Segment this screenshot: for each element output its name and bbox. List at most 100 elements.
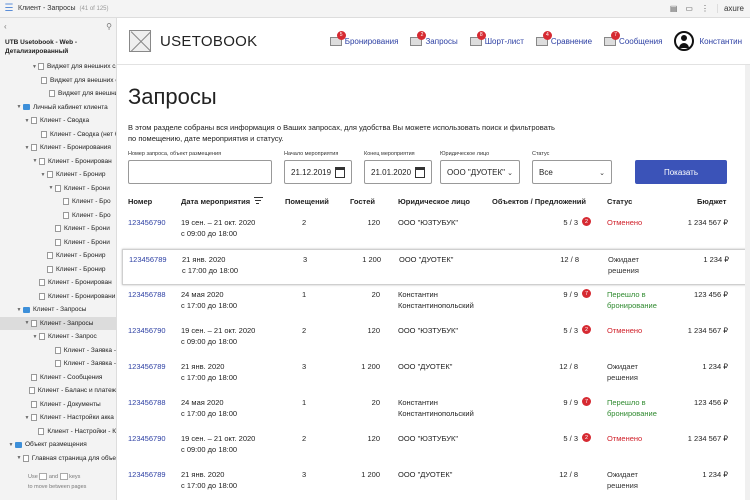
col-objects[interactable]: Объектов / Предложений <box>492 197 586 206</box>
expand-arrow-icon[interactable]: ▼ <box>16 104 22 110</box>
logo-text[interactable]: USETOBOOK <box>160 33 257 50</box>
search-input[interactable] <box>128 160 272 184</box>
sitemap-item[interactable]: ▼ Клиент - Запросы <box>0 303 116 317</box>
expand-arrow-icon[interactable]: ▼ <box>16 455 22 461</box>
request-number-link[interactable]: 123456790 <box>128 433 166 444</box>
calendar-icon[interactable] <box>415 167 425 178</box>
objects-offers: 12 / 8 <box>560 255 579 264</box>
user-avatar-icon[interactable] <box>674 31 695 51</box>
page-scrollbar[interactable] <box>745 65 750 500</box>
expand-arrow-icon[interactable]: ▼ <box>32 64 37 70</box>
comments-icon[interactable]: ▭ <box>685 4 693 13</box>
more-icon[interactable]: ⋮ <box>701 4 709 13</box>
request-number-link[interactable]: 123456789 <box>128 361 166 372</box>
sitemap-item[interactable]: Клиент - Сообщения <box>0 371 116 385</box>
col-status[interactable]: Статус <box>607 197 632 206</box>
budget: 123 456 ₽ <box>694 290 728 299</box>
table-row[interactable]: 123456789 21 янв. 2020 с 17:00 до 18:00 3 1 … <box>128 465 750 500</box>
notes-icon[interactable]: ▤ <box>670 4 678 13</box>
col-date[interactable]: Дата мероприятия <box>181 197 264 206</box>
request-number-link[interactable]: 123456790 <box>128 325 166 336</box>
expand-arrow-icon[interactable]: ▼ <box>32 334 38 340</box>
col-rooms[interactable]: Помещений <box>285 197 329 206</box>
sitemap-item[interactable]: ▼ Главная страница для объе <box>0 452 116 466</box>
sitemap-item[interactable]: Клиент - Бронир <box>0 263 116 277</box>
collapse-left-icon[interactable]: ‹ <box>4 22 7 31</box>
sitemap-item[interactable]: Клиент - Заявка - <box>0 344 116 358</box>
expand-arrow-icon[interactable]: ▼ <box>24 415 30 421</box>
sitemap-item[interactable]: Виджет для внешних с <box>0 74 116 88</box>
start-date-input[interactable]: 21.12.2019 <box>284 160 352 184</box>
sitemap-item[interactable]: ▼ Клиент - Сводка <box>0 114 116 128</box>
nav-item[interactable]: 7 Сообщения <box>604 30 662 46</box>
col-number[interactable]: Номер <box>128 197 152 206</box>
sitemap-item[interactable]: ▼ Клиент - Настройки акка <box>0 411 116 425</box>
sitemap-item[interactable]: ▼ Клиент - Запрос <box>0 330 116 344</box>
expand-arrow-icon[interactable]: ▼ <box>32 158 38 164</box>
col-guests[interactable]: Гостей <box>350 197 375 206</box>
request-number-link[interactable]: 123456788 <box>128 289 166 300</box>
sitemap-item[interactable]: ▼ Клиент - Бронирован <box>0 155 116 169</box>
request-number-link[interactable]: 123456789 <box>129 254 167 265</box>
table-row[interactable]: 123456790 19 сен. – 21 окт. 2020 с 09:00 д… <box>128 321 750 357</box>
sitemap-item[interactable]: Клиент - Настройки - К <box>0 425 116 439</box>
sort-icon[interactable] <box>254 197 264 204</box>
sitemap-item[interactable]: Клиент - Документы <box>0 398 116 412</box>
logo-image-icon[interactable] <box>129 30 151 52</box>
sitemap-item[interactable]: ▼ Личный кабинет клиента <box>0 101 116 115</box>
sitemap-item[interactable]: Клиент - Заявка - <box>0 357 116 371</box>
table-row[interactable]: 123456788 24 мая 2020 с 17:00 до 18:00 1 20 К… <box>128 285 750 321</box>
status-text: Отменено <box>607 326 643 335</box>
sitemap-item[interactable]: Клиент - Брони <box>0 236 116 250</box>
table-row[interactable]: 123456790 19 сен. – 21 окт. 2020 с 09:00 д… <box>128 213 750 249</box>
expand-arrow-icon[interactable]: ▼ <box>16 307 22 313</box>
legal-entity-line2: Константинопольский <box>398 301 474 310</box>
request-number-link[interactable]: 123456790 <box>128 217 166 228</box>
expand-arrow-icon[interactable]: ▼ <box>24 320 30 326</box>
entity-select[interactable]: ООО "ДУОТЕК" ⌄ <box>440 160 520 184</box>
col-budget[interactable]: Бюджет <box>697 197 726 206</box>
page-icon <box>39 157 45 165</box>
sitemap-item[interactable]: Клиент - Баланс и платеж <box>0 384 116 398</box>
nav-item[interactable]: 5 Бронирования <box>329 30 398 46</box>
sitemap-item[interactable]: Клиент - Бро <box>0 195 116 209</box>
end-date-input[interactable]: 21.01.2020 <box>364 160 432 184</box>
sitemap-item[interactable]: ▼ Виджет для внешних сайт <box>0 60 116 74</box>
nav-item[interactable]: 4 Сравнение <box>535 30 592 46</box>
sitemap-item[interactable]: ▼ Клиент - Брони <box>0 182 116 196</box>
sitemap-item[interactable]: Клиент - Сводка (нет б <box>0 128 116 142</box>
request-number-link[interactable]: 123456789 <box>128 469 166 480</box>
col-entity[interactable]: Юридическое лицо <box>398 197 470 206</box>
sitemap-item[interactable]: Клиент - Брони <box>0 222 116 236</box>
request-number-link[interactable]: 123456788 <box>128 397 166 408</box>
sitemap-item[interactable]: ▼ Клиент - Бронирования <box>0 141 116 155</box>
event-time: с 17:00 до 18:00 <box>181 409 238 418</box>
sitemap-item[interactable]: Виджет для внешних <box>0 87 116 101</box>
nav-item[interactable]: 2 Запросы <box>410 30 458 46</box>
sitemap-toggle-icon[interactable]: ☰ <box>0 3 18 14</box>
table-row[interactable]: 123456790 19 сен. – 21 окт. 2020 с 09:00 д… <box>128 429 750 465</box>
expand-arrow-icon[interactable]: ▼ <box>24 145 30 151</box>
status-select[interactable]: Все ⌄ <box>532 160 612 184</box>
sitemap-item[interactable]: ▼ Клиент - Бронир <box>0 168 116 182</box>
sitemap-item[interactable]: Клиент - Бронир <box>0 249 116 263</box>
rooms-count: 2 <box>302 326 307 335</box>
expand-arrow-icon[interactable]: ▼ <box>8 442 14 448</box>
table-row[interactable]: 123456788 24 мая 2020 с 17:00 до 18:00 1 20 К… <box>128 393 750 429</box>
show-button[interactable]: Показать <box>635 160 727 184</box>
sitemap-item[interactable]: Клиент - Бронирован <box>0 276 116 290</box>
main-nav: 5 Бронирования 2 Запросы 8 Шорт-лист 4 Сравнени… <box>318 30 662 46</box>
nav-item[interactable]: 8 Шорт-лист <box>469 30 524 46</box>
table-row[interactable]: 123456789 21 янв. 2020 с 17:00 до 18:00 3 1 … <box>128 357 750 393</box>
sitemap-item[interactable]: Клиент - Бронировани <box>0 290 116 304</box>
search-icon[interactable]: ⚲ <box>106 22 112 31</box>
expand-arrow-icon[interactable]: ▼ <box>40 172 46 178</box>
sitemap-item[interactable]: Клиент - Бро <box>0 209 116 223</box>
expand-arrow-icon[interactable]: ▼ <box>48 185 54 191</box>
table-row[interactable]: 123456789 21 янв. 2020 с 17:00 до 18:00 3 1 … <box>122 249 750 285</box>
sitemap-item[interactable]: ▼ Клиент - Запросы <box>0 316 116 330</box>
expand-arrow-icon[interactable]: ▼ <box>24 118 30 124</box>
calendar-icon[interactable] <box>335 167 345 178</box>
sitemap-item[interactable]: ▼ Объект размещения <box>0 438 116 452</box>
user-name-link[interactable]: Константин <box>699 37 742 46</box>
